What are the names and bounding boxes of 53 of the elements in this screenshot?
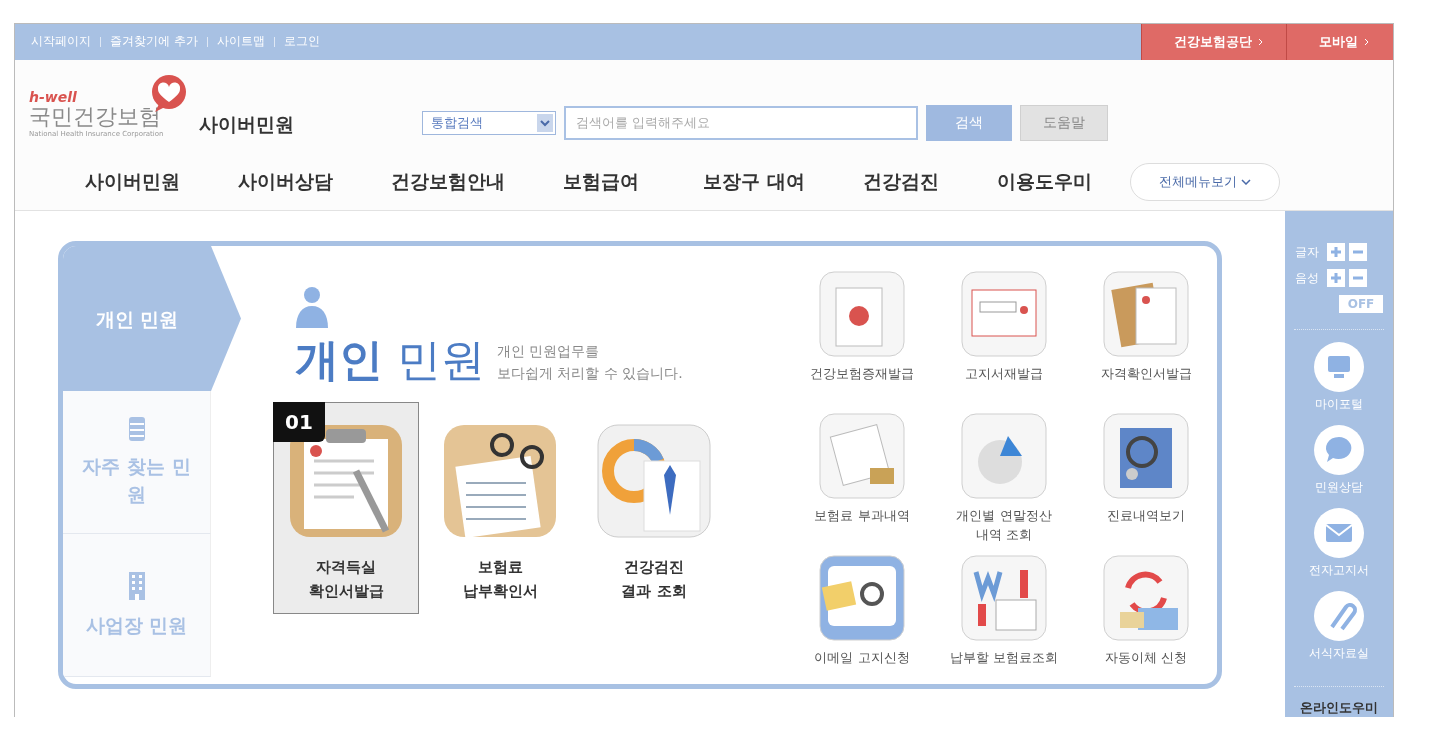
chevron-right-icon [1257,37,1263,46]
nav-item[interactable]: 보험급여 [563,168,639,195]
nav-item[interactable]: 보장구 대여 [703,168,805,195]
featured-service[interactable]: 보험료 납부확인서 [427,402,573,614]
service-item[interactable]: 건강보험증재발급 [791,270,933,404]
font-size-label: 글자 [1295,243,1319,261]
service-item[interactable]: 개인별 연말정산 내역 조회 [933,412,1075,546]
paperclip-icon [1314,591,1364,641]
pie-chart-icon [960,412,1048,500]
voice-label: 음성 [1295,269,1319,287]
nav-item[interactable]: 이용도우미 [996,168,1092,195]
section-description: 개인 민원업무를 보다쉽게 처리할 수 있습니다. [497,342,683,383]
section-heading: 개인 민원 [295,336,485,384]
plus-icon[interactable] [1327,269,1345,287]
folder-document-icon [1102,270,1190,358]
logo-name: 국민건강보험 [29,104,162,131]
minus-icon[interactable] [1349,269,1367,287]
nav-item[interactable]: 사이버민원 [85,168,180,195]
bill-icon [960,270,1048,358]
all-menu-button[interactable]: 전체메뉴보기 [1129,162,1280,201]
service-item[interactable]: 진료내역보기 [1075,412,1217,546]
service-item[interactable]: 자격확인서발급 [1075,270,1217,404]
building-icon [126,571,147,601]
featured-service[interactable]: 건강검진 결과 조회 [581,402,727,614]
site-title: 사이버민원 [199,111,294,137]
online-helper-label[interactable]: 온라인도우미 [1300,699,1378,717]
refresh-card-icon [1102,554,1190,642]
logo-tagline: h-well [29,90,78,105]
service-item[interactable]: 고지서재발급 [933,270,1075,404]
email-icon [818,554,906,642]
service-item[interactable]: 자동이체 신청 [1075,554,1217,684]
search-field[interactable]: 검색어를 입력해주세요 [564,105,918,140]
search-scope-select[interactable]: 통합검색 [422,110,556,135]
nav-item[interactable]: 사이버상담 [238,168,333,195]
person-icon [295,286,329,330]
monitor-icon [1314,342,1364,392]
plus-icon[interactable] [1327,243,1345,261]
service-item[interactable]: 납부할 보험료조회 [933,554,1075,684]
chevron-down-icon [1240,178,1251,185]
featured-service[interactable]: 자격득실 확인서발급 01 [273,402,419,614]
nav-item[interactable]: 건강검진 [862,168,939,195]
chart-shirt-icon [594,421,714,541]
minus-icon[interactable] [1349,243,1367,261]
nav-item[interactable]: 건강보험안내 [391,168,505,195]
card-document-icon [818,270,906,358]
dropdown-caret-icon [537,113,553,132]
speech-bubble-icon [1314,425,1364,475]
service-item[interactable]: 이메일 고지신청 [791,554,933,684]
number-badge: 01 [273,402,325,442]
chevron-right-icon [1364,37,1369,46]
server-icon [126,416,147,442]
envelope-icon [1314,508,1364,558]
service-item[interactable]: 보험료 부과내역 [791,412,933,546]
